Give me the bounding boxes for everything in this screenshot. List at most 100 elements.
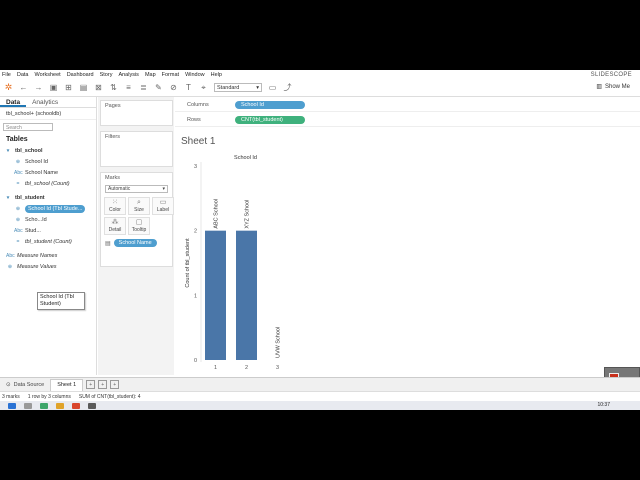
number-icon: ⊕ [15,205,21,212]
tab-sheet1[interactable]: Sheet 1 [50,378,84,391]
watermark: SLIDESCOPE [590,72,632,78]
new-sheet-icon[interactable]: ▤ [79,83,88,92]
data-pane: Data Analytics tbl_school+ (schooldb) Se… [0,97,97,375]
table-icon: ▾ [6,194,10,201]
field-student-id[interactable]: ⊕ Scho...Id [0,214,96,225]
swap-icon[interactable]: ⇅ [109,83,118,92]
new-worksheet-icon[interactable]: + [86,380,96,389]
data-pane-tabs: Data Analytics [0,97,96,108]
bar-data-label: UVW School [276,327,282,358]
menu-help[interactable]: Help [211,72,222,78]
field-student-school-id[interactable]: ⊕ School Id (Tbl Stude... [0,203,96,214]
menu-data[interactable]: Data [17,72,29,78]
table-tbl-school[interactable]: ▾ tbl_school [0,145,96,156]
menu-dashboard[interactable]: Dashboard [67,72,94,78]
tooltip-button[interactable]: ▢ Tooltip [128,217,150,235]
presentation-icon[interactable]: ▭ [268,83,277,92]
color-button[interactable]: ⁙ Color [104,197,126,215]
chevron-down-icon: ▾ [162,186,165,192]
columns-pill[interactable]: School Id [235,100,305,109]
pin-icon[interactable]: ⌖ [199,83,208,92]
forward-icon[interactable]: → [34,83,43,92]
chart-title: School Id [234,155,257,161]
tab-analytics[interactable]: Analytics [26,97,64,107]
string-icon: Abc [14,227,23,234]
new-dashboard-icon[interactable]: + [98,380,108,389]
size-button[interactable]: ⌕ Size [128,197,150,215]
table-icon: ▾ [6,147,10,154]
field-tbl-school-count[interactable]: = tbl_school (Count) [0,178,96,189]
label-icon[interactable]: T [184,83,193,92]
rows-pill[interactable]: CNT(tbl_student) [235,115,305,124]
new-story-icon[interactable]: + [110,380,120,389]
search-icon[interactable] [24,402,32,409]
fit-select[interactable]: Standard ▾ [214,83,262,92]
bar-data-label: ABC School [214,199,220,229]
status-bar: 3 marks 1 row by 3 columns SUM of CNT(tb… [0,391,640,401]
detail-icon: ▤ [105,240,111,247]
marks-card: Marks Automatic ▾ ⁙ Color ⌕ Size ▭ Label [100,172,174,267]
menu-file[interactable]: File [2,72,11,78]
tableau-logo-icon[interactable]: ✲ [4,82,13,92]
string-icon: Abc [14,169,23,176]
app-icon[interactable] [72,402,80,409]
measure-icon: ⊕ [7,263,13,270]
field-tbl-student-count[interactable]: = tbl_student (Count) [0,236,96,247]
filters-card[interactable]: Filters [100,131,173,167]
back-icon[interactable]: ← [19,83,28,92]
app-icon[interactable] [88,402,96,409]
rows-shelf[interactable]: Rows CNT(tbl_student) [175,113,640,127]
datasource-name[interactable]: tbl_school+ (schooldb) [0,108,96,120]
save-icon[interactable]: ▣ [49,83,58,92]
y-tick-label: 0 [194,358,197,364]
add-datasource-icon[interactable]: ⊞ [64,83,73,92]
menu-format[interactable]: Format [162,72,179,78]
menu-window[interactable]: Window [185,72,205,78]
label-button[interactable]: ▭ Label [152,197,174,215]
measure-icon: = [16,180,20,187]
detail-button[interactable]: ⁂ Detail [104,217,126,235]
shelves: Columns School Id Rows CNT(tbl_student) [175,97,640,127]
menu-bar: File Data Worksheet Dashboard Story Anal… [0,70,640,79]
clear-sheet-icon[interactable]: ⊠ [94,83,103,92]
columns-shelf[interactable]: Columns School Id [175,98,640,112]
field-school-name[interactable]: Abc School Name [0,167,96,178]
school-name-pill[interactable]: School Name [113,239,157,247]
menu-map[interactable]: Map [145,72,156,78]
selected-field-pill[interactable]: School Id (Tbl Stude... [25,204,86,213]
status-rows: 1 row by 3 columns [27,393,71,400]
folder-icon[interactable] [56,402,64,409]
menu-analysis[interactable]: Analysis [118,72,138,78]
clock: 10:37 [597,402,610,408]
tableau-window: File Data Worksheet Dashboard Story Anal… [0,70,640,410]
table-tbl-student[interactable]: ▾ tbl_student [0,192,96,203]
datasource-icon: ⊙ [6,381,11,388]
field-school-id[interactable]: ⊕ School Id [0,156,96,167]
color-icon: ⁙ [112,199,118,206]
sheet-tabs: ⊙ Data Source Sheet 1 + + + [0,377,640,391]
group-icon[interactable]: ⊘ [169,83,178,92]
start-icon[interactable] [8,402,16,409]
menu-worksheet[interactable]: Worksheet [35,72,61,78]
tables-header: Tables [6,136,28,143]
share-icon[interactable]: ⤴ [283,83,292,92]
app-icon[interactable] [40,402,48,409]
measure-icon: = [16,238,20,245]
mark-type-select[interactable]: Automatic ▾ [105,185,168,193]
pages-card[interactable]: Pages [100,100,173,126]
show-me-icon: ▥ [596,84,602,90]
bar [205,230,226,360]
menu-story[interactable]: Story [100,72,113,78]
field-student-name[interactable]: Abc Stud... [0,225,96,236]
tab-data-source[interactable]: ⊙ Data Source [0,379,50,391]
field-measure-values[interactable]: ⊕ Measure Values [0,261,96,272]
show-me-button[interactable]: ▥ Show Me [596,83,630,91]
sort-asc-icon[interactable]: ≡ [124,83,133,92]
tab-data[interactable]: Data [0,97,27,107]
highlight-icon[interactable]: ✎ [154,83,163,92]
size-icon: ⌕ [137,199,141,206]
x-tick-label: 3 [276,365,279,371]
field-measure-names[interactable]: Abc Measure Names [0,250,96,261]
search-input[interactable]: Search [3,123,53,131]
sort-desc-icon[interactable]: ≣ [139,83,148,92]
